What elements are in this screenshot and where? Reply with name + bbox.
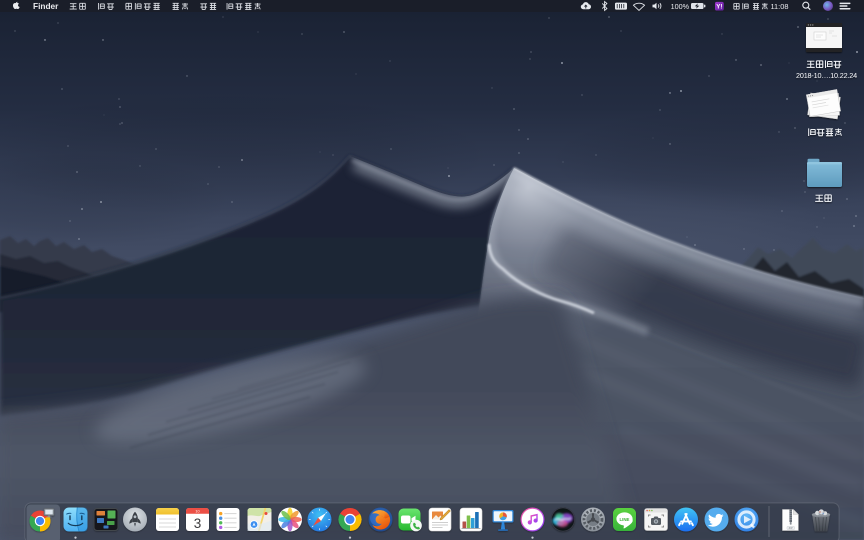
svg-text:2018-10….10.22.24: 2018-10….10.22.24 bbox=[796, 71, 857, 80]
svg-text:3: 3 bbox=[194, 516, 202, 531]
svg-text:10: 10 bbox=[195, 510, 199, 514]
svg-text:Y!: Y! bbox=[716, 3, 722, 10]
svg-text:ZIP: ZIP bbox=[789, 526, 793, 530]
svg-text:LINE: LINE bbox=[619, 517, 629, 522]
